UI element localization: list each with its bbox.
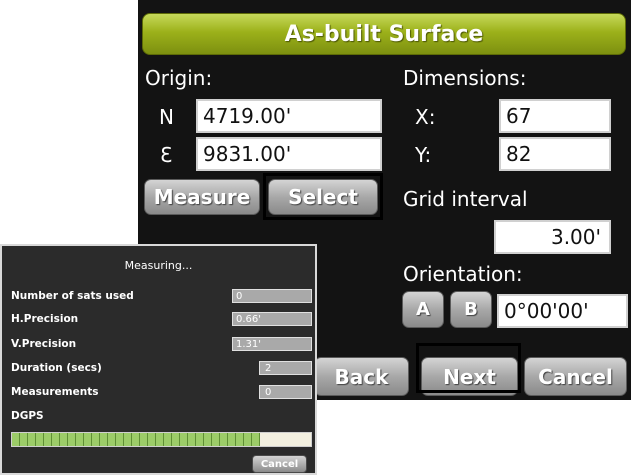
sats-used-value: 0	[232, 289, 312, 303]
v-precision-value: 1.31'	[232, 337, 312, 351]
dimension-y-field[interactable]: 82	[499, 137, 611, 171]
y-label: Y:	[415, 143, 432, 167]
select-button[interactable]: Select	[268, 179, 378, 215]
orientation-label: Orientation:	[403, 262, 523, 286]
dgps-progress-bar	[11, 432, 312, 447]
screen-title: As-built Surface	[142, 13, 626, 55]
grid-interval-field[interactable]: 3.00'	[494, 220, 611, 254]
grid-interval-label: Grid interval	[403, 187, 528, 211]
h-precision-value: 0.66'	[232, 312, 312, 326]
orientation-b-button[interactable]: B	[450, 291, 492, 328]
orientation-field[interactable]: 0°00'00'	[497, 294, 628, 328]
cancel-button[interactable]: Cancel	[524, 357, 627, 396]
back-button[interactable]: Back	[314, 357, 409, 396]
measurements-value: 0	[259, 385, 312, 399]
measuring-dialog: Measuring... Number of sats used 0 H.Pre…	[0, 244, 317, 475]
measurements-label: Measurements	[11, 386, 99, 398]
northing-field[interactable]: 4719.00'	[196, 99, 382, 133]
dimension-x-field[interactable]: 67	[499, 99, 611, 133]
h-precision-label: H.Precision	[11, 313, 79, 325]
dgps-progress-fill	[12, 433, 261, 446]
east-label: Ɛ	[160, 143, 173, 167]
duration-label: Duration (secs)	[11, 362, 102, 374]
dimensions-label: Dimensions:	[403, 66, 527, 90]
x-label: X:	[415, 105, 436, 129]
measuring-cancel-button[interactable]: Cancel	[252, 455, 307, 473]
measure-button[interactable]: Measure	[144, 179, 260, 215]
dgps-label: DGPS	[11, 410, 44, 422]
measuring-title: Measuring...	[124, 259, 193, 272]
north-label: N	[159, 105, 174, 129]
easting-field[interactable]: 9831.00'	[196, 137, 382, 171]
origin-label: Origin:	[145, 66, 213, 90]
duration-value: 2	[259, 361, 312, 375]
v-precision-label: V.Precision	[11, 338, 77, 350]
sats-used-label: Number of sats used	[11, 290, 134, 302]
orientation-a-button[interactable]: A	[402, 291, 444, 328]
next-button[interactable]: Next	[421, 357, 518, 396]
